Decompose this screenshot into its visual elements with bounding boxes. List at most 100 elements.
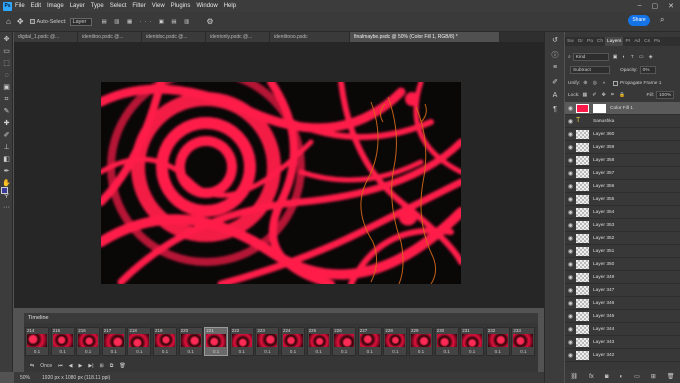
tab-identdoc[interactable]: identdoc.psdc @...	[142, 32, 206, 42]
crop-tool-icon[interactable]: ⌗	[2, 95, 11, 104]
layer-row[interactable]: ◉ Layer 347	[565, 284, 680, 297]
menu-type[interactable]: Type	[91, 3, 104, 9]
timeline-frame[interactable]: 220 0.1	[178, 327, 203, 356]
pen-tool-icon[interactable]: ✒	[2, 167, 11, 176]
delete-frame-icon[interactable]: 🗑	[119, 363, 125, 369]
play-icon[interactable]: ▶	[79, 363, 83, 369]
tab-paths[interactable]: Pa	[652, 37, 662, 46]
blend-mode-dropdown[interactable]: Subtract	[570, 66, 610, 74]
layer-row[interactable]: ◉ Layer 359	[565, 141, 680, 154]
visibility-eye-icon[interactable]: ◉	[565, 326, 576, 333]
frame-delay[interactable]: 0.1	[487, 347, 509, 355]
menu-image[interactable]: Image	[47, 3, 64, 9]
history-icon[interactable]: ↺	[549, 36, 561, 46]
timeline-frame[interactable]: 215 0.1	[50, 327, 75, 356]
timeline-frame[interactable]: 231 0.1	[460, 327, 485, 356]
visibility-eye-icon[interactable]: ◉	[565, 261, 576, 268]
frame-delay[interactable]: 0.1	[436, 347, 458, 355]
menu-plugins[interactable]: Plugins	[171, 3, 191, 9]
lasso-tool-icon[interactable]: ◌	[2, 71, 11, 80]
tween-icon[interactable]: ⊞	[100, 363, 104, 369]
frame-delay[interactable]: 0.1	[77, 347, 99, 355]
layer-row[interactable]: ◉ Layer 346	[565, 297, 680, 310]
timeline-frame[interactable]: 214 0.1	[25, 327, 49, 356]
visibility-eye-icon[interactable]: ◉	[565, 170, 576, 177]
share-button[interactable]: Share	[628, 15, 650, 26]
menu-help[interactable]: Help	[224, 3, 236, 9]
menu-edit[interactable]: Edit	[31, 3, 41, 9]
brush-settings-icon[interactable]: ✐	[549, 78, 561, 88]
frame-delay[interactable]: 0.1	[52, 347, 74, 355]
adjustment-icon[interactable]: ◐	[619, 374, 623, 380]
layer-row[interactable]: ◉ Layer 345	[565, 310, 680, 323]
eyedropper-tool-icon[interactable]: ✎	[2, 107, 11, 116]
layer-row[interactable]: ◉ Layer 352	[565, 232, 680, 245]
visibility-eye-icon[interactable]: ◉	[565, 131, 576, 138]
properties-icon[interactable]: ≡	[549, 64, 561, 74]
opacity-input[interactable]: 0%	[639, 66, 656, 74]
visibility-eye-icon[interactable]: ◉	[565, 235, 576, 242]
info-icon[interactable]: ⓘ	[549, 50, 561, 60]
frame-delay[interactable]: 0.1	[512, 347, 534, 355]
search-icon[interactable]: ⌕	[660, 15, 664, 25]
document-canvas[interactable]	[101, 82, 461, 284]
visibility-eye-icon[interactable]: ◉	[565, 339, 576, 346]
frame-delay[interactable]: 0.1	[359, 347, 381, 355]
layer-row[interactable]: ◉ Layer 356	[565, 180, 680, 193]
timeline-frame[interactable]: 228 0.1	[383, 327, 408, 356]
tab-adjustments[interactable]: Ad	[632, 37, 642, 46]
visibility-eye-icon[interactable]: ◉	[565, 157, 576, 164]
visibility-eye-icon[interactable]: ◉	[565, 313, 576, 320]
frame-delay[interactable]: 0.1	[26, 347, 48, 355]
settings-icon[interactable]: ⚙	[206, 17, 213, 26]
layer-row[interactable]: ◉ Layer 343	[565, 336, 680, 349]
home-icon[interactable]: ⌂	[6, 17, 11, 26]
menu-file[interactable]: File	[15, 3, 25, 9]
visibility-eye-icon[interactable]: ◉	[565, 274, 576, 281]
eraser-tool-icon[interactable]: ◧	[2, 155, 11, 164]
paragraph-icon[interactable]: ¶	[549, 106, 561, 116]
minimize-icon[interactable]: –	[638, 2, 642, 10]
next-frame-icon[interactable]: ▶|	[88, 363, 93, 369]
timeline-frame[interactable]: 229 0.1	[409, 327, 433, 356]
duplicate-frame-icon[interactable]: ⧉	[110, 363, 114, 369]
timeline-frame[interactable]: 223 0.1	[255, 327, 280, 356]
frame-delay[interactable]: 0.1	[461, 347, 483, 355]
timeline-frame[interactable]: 225 0.1	[306, 327, 331, 356]
frame-delay[interactable]: 0.1	[180, 347, 202, 355]
tab-digital[interactable]: digital_1.psdc @...	[14, 32, 78, 42]
tab-finalmaybe[interactable]: finalmaybe.psdc @ 50% (Color Fill 1, RGB…	[350, 32, 500, 42]
more-tools-icon[interactable]: ···	[2, 203, 11, 212]
tab-patterns[interactable]: Pa	[585, 37, 595, 46]
layer-row[interactable]: ◉ Layer 360	[565, 128, 680, 141]
tab-identitooo[interactable]: identitooo.psdc	[270, 32, 350, 42]
close-icon[interactable]: ✕	[668, 2, 674, 10]
frame-delay[interactable]: 0.1	[384, 347, 406, 355]
layer-row[interactable]: ◉ Layer 349	[565, 271, 680, 284]
visibility-eye-icon[interactable]: ◉	[565, 222, 576, 229]
tab-properties[interactable]: Pr	[623, 37, 632, 46]
tab-channels[interactable]: Ch	[595, 37, 605, 46]
visibility-eye-icon[interactable]: ◉	[565, 300, 576, 307]
maximize-icon[interactable]: ▢	[652, 2, 659, 10]
tab-gradients[interactable]: Gr	[576, 37, 585, 46]
timeline-frame[interactable]: 216 0.1	[76, 327, 101, 356]
visibility-eye-icon[interactable]: ◉	[565, 105, 576, 112]
stamp-tool-icon[interactable]: ⊥	[2, 143, 11, 152]
frame-delay[interactable]: 0.1	[128, 347, 150, 355]
timeline-frame[interactable]: 233 0.1	[511, 327, 536, 356]
auto-select-dropdown[interactable]: Layer	[69, 17, 92, 26]
group-icon[interactable]: ▭	[634, 373, 640, 380]
fx-icon[interactable]: fx	[589, 374, 594, 380]
layer-row[interactable]: ◉ Layer 344	[565, 323, 680, 336]
visibility-eye-icon[interactable]: ◉	[565, 248, 576, 255]
foreground-color-swatch[interactable]	[1, 187, 8, 194]
frame-delay[interactable]: 0.1	[333, 347, 355, 355]
tab-identonly[interactable]: identonly.psdc @...	[206, 32, 270, 42]
brush-tool-icon[interactable]: ✐	[2, 131, 11, 140]
tab-color-sampler[interactable]: Cs	[642, 37, 652, 46]
auto-select-checkbox[interactable]	[29, 19, 35, 24]
move-tool-icon[interactable]: ✥	[17, 17, 24, 26]
timeline-frame[interactable]: 224 0.1	[281, 327, 305, 356]
visibility-eye-icon[interactable]: ◉	[565, 144, 576, 151]
